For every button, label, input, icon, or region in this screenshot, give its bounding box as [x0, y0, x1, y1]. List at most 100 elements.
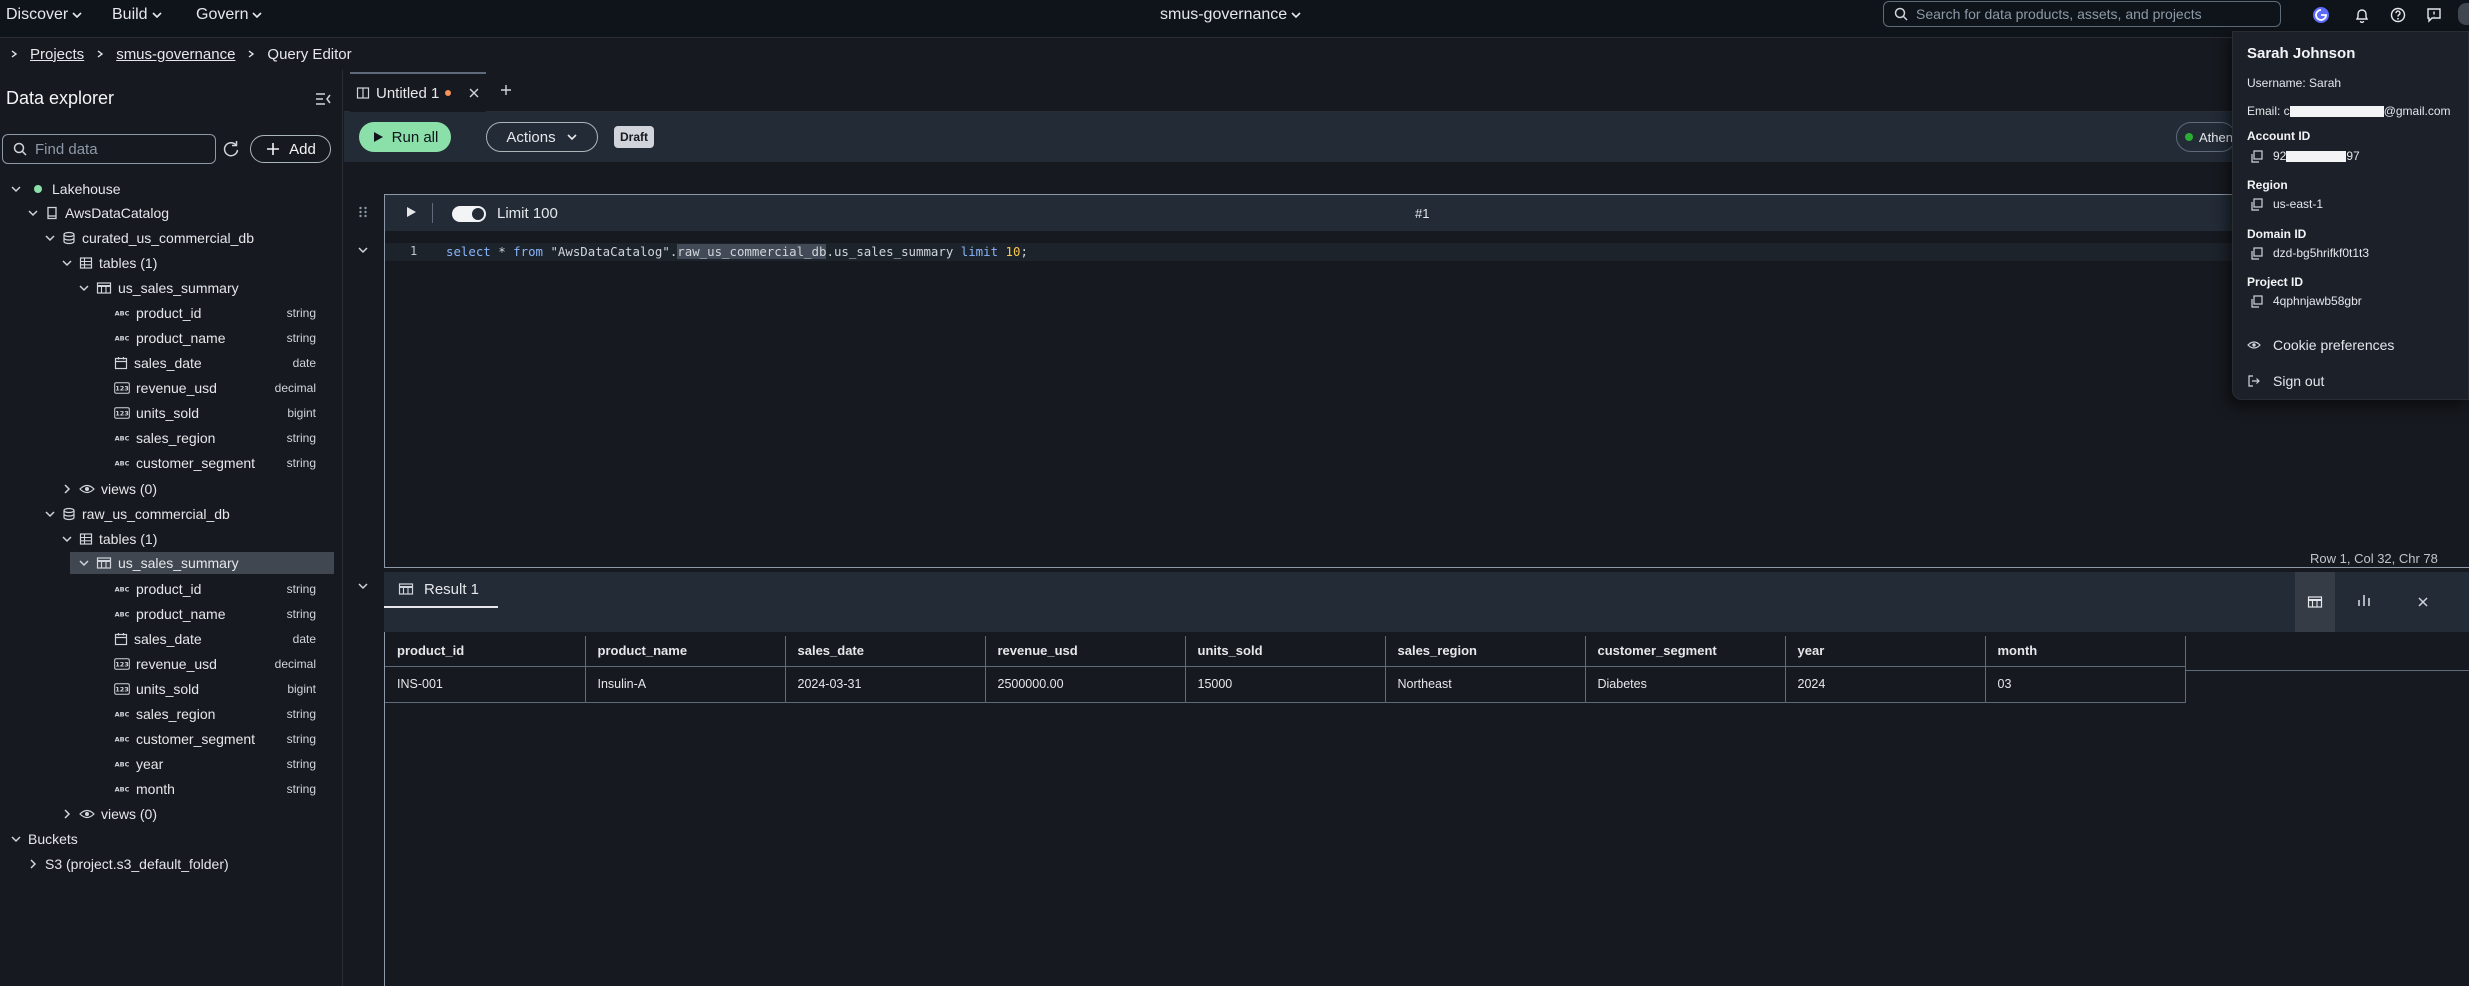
table-icon: [79, 533, 93, 545]
tree-node-column[interactable]: ABC month string: [114, 778, 334, 800]
column-header[interactable]: units_sold: [1185, 636, 1386, 666]
close-results-button[interactable]: [2413, 592, 2433, 612]
table-cell[interactable]: 2500000.00: [985, 665, 1186, 703]
discover-menu[interactable]: Discover: [6, 0, 82, 30]
column-header[interactable]: product_name: [585, 636, 786, 666]
tree-node-column[interactable]: sales_date date: [114, 628, 334, 650]
tree-node-column[interactable]: ABC sales_region string: [114, 427, 334, 449]
build-menu-label: Build: [112, 6, 148, 23]
column-header[interactable]: sales_region: [1385, 636, 1586, 666]
close-icon[interactable]: [467, 86, 481, 100]
column-name: sales_region: [136, 430, 216, 446]
build-menu[interactable]: Build: [112, 0, 162, 30]
tree-node-column[interactable]: 123 units_sold bigint: [114, 402, 334, 424]
user-username: Username: Sarah: [2247, 76, 2342, 90]
tree-node-column[interactable]: ABC customer_segment string: [114, 728, 334, 750]
run-cell-button[interactable]: [404, 205, 418, 219]
tree-node-bucket[interactable]: S3 (project.s3_default_folder): [27, 853, 229, 875]
tree-node-column[interactable]: ABC product_id string: [114, 302, 334, 324]
column-header[interactable]: month: [1985, 636, 2186, 666]
sign-out-label: Sign out: [2273, 373, 2325, 389]
table-cell[interactable]: 03: [1985, 665, 2186, 703]
actions-dropdown[interactable]: Actions: [486, 122, 598, 152]
assistant-icon[interactable]: [2310, 4, 2332, 26]
table-cell[interactable]: Insulin-A: [585, 665, 786, 703]
tree-node-lakehouse[interactable]: Lakehouse: [10, 178, 121, 200]
tree-node-column[interactable]: ABC customer_segment string: [114, 452, 334, 474]
tree-node-catalog[interactable]: AwsDataCatalog: [27, 202, 169, 224]
sql-code-editor[interactable]: select * from "AwsDataCatalog".raw_us_co…: [446, 244, 1028, 259]
tree-node-column[interactable]: ABC product_name string: [114, 327, 334, 349]
breadcrumb-project-link[interactable]: smus-governance: [116, 46, 235, 63]
global-search[interactable]: [1883, 1, 2281, 27]
chart-view-button[interactable]: [2352, 588, 2376, 612]
project-switcher[interactable]: smus-governance: [1160, 0, 1301, 30]
drag-handle-icon[interactable]: [356, 205, 370, 219]
table-cell[interactable]: INS-001: [385, 665, 586, 703]
table-cell[interactable]: 2024: [1785, 665, 1986, 703]
table-cell[interactable]: 15000: [1185, 665, 1386, 703]
add-data-button[interactable]: Add: [250, 135, 331, 163]
cookie-preferences-item[interactable]: Cookie preferences: [2247, 337, 2394, 353]
tab-result-1[interactable]: Result 1: [384, 572, 498, 608]
tree-node-database[interactable]: curated_us_commercial_db: [44, 227, 254, 249]
copy-icon[interactable]: [2250, 246, 2263, 260]
svg-text:ABC: ABC: [115, 611, 130, 619]
chevron-down-icon: [1291, 12, 1301, 19]
tree-node-column[interactable]: 123 revenue_usd decimal: [114, 377, 334, 399]
collapse-cell-icon[interactable]: [357, 244, 369, 256]
tab-untitled-1[interactable]: Untitled 1: [350, 72, 486, 112]
column-type: string: [286, 582, 316, 596]
collapse-results-icon[interactable]: [357, 580, 369, 592]
sign-out-item[interactable]: Sign out: [2247, 373, 2324, 389]
limit-label: Limit 100: [497, 205, 558, 222]
tree-node-tables[interactable]: tables (1): [61, 528, 157, 550]
tree-node-column[interactable]: ABC product_id string: [114, 578, 334, 600]
tree-node-views[interactable]: views (0): [61, 478, 157, 500]
tree-node-column[interactable]: ABC year string: [114, 753, 334, 775]
table-cell[interactable]: 2024-03-31: [785, 665, 986, 703]
refresh-button[interactable]: [220, 138, 242, 160]
column-header[interactable]: customer_segment: [1585, 636, 1786, 666]
column-header[interactable]: product_id: [385, 636, 586, 666]
table-view-button[interactable]: [2295, 572, 2335, 632]
govern-menu[interactable]: Govern: [196, 0, 263, 30]
tree-node-views[interactable]: views (0): [61, 803, 157, 825]
tree-node-column[interactable]: ABC sales_region string: [114, 703, 334, 725]
column-header[interactable]: year: [1785, 636, 1986, 666]
tree-node-column[interactable]: 123 revenue_usd decimal: [114, 653, 334, 675]
column-header[interactable]: sales_date: [785, 636, 986, 666]
copy-icon[interactable]: [2250, 197, 2263, 211]
tree-node-database[interactable]: raw_us_commercial_db: [44, 503, 230, 525]
table-cell[interactable]: Diabetes: [1585, 665, 1786, 703]
run-all-button[interactable]: Run all: [359, 122, 451, 152]
table-cell[interactable]: Northeast: [1385, 665, 1586, 703]
column-header[interactable]: revenue_usd: [985, 636, 1186, 666]
find-data-input[interactable]: [35, 140, 205, 158]
limit-toggle[interactable]: [452, 206, 486, 222]
tree-label: tables (1): [99, 531, 158, 547]
new-tab-button[interactable]: [498, 82, 514, 98]
feedback-icon[interactable]: [2423, 4, 2445, 26]
tree-node-column[interactable]: 123 units_sold bigint: [114, 678, 334, 700]
tree-node-column[interactable]: ABC product_name string: [114, 603, 334, 625]
plus-icon: [267, 143, 280, 155]
svg-text:123: 123: [115, 686, 129, 694]
copy-icon[interactable]: [2250, 149, 2263, 163]
avatar[interactable]: [2458, 3, 2469, 25]
breadcrumb-projects-link[interactable]: Projects: [30, 46, 84, 63]
copy-icon[interactable]: [2250, 294, 2263, 308]
tree-node-column[interactable]: sales_date date: [114, 352, 334, 374]
bell-icon[interactable]: [2351, 4, 2373, 26]
tree-node-buckets[interactable]: Buckets: [10, 828, 78, 850]
global-search-input[interactable]: [1916, 6, 2256, 22]
help-icon[interactable]: [2387, 4, 2409, 26]
table-header-row: product_id product_name sales_date revenue_…: [385, 636, 2186, 666]
compute-engine-selector[interactable]: Athena: [2176, 122, 2236, 152]
email-prefix: Email: c: [2247, 104, 2290, 118]
tree-node-tables[interactable]: tables (1): [61, 252, 157, 274]
tree-node-table[interactable]: us_sales_summary: [78, 277, 239, 299]
find-data-field[interactable]: [2, 134, 216, 164]
tree-node-table-selected[interactable]: us_sales_summary: [70, 552, 334, 574]
collapse-panel-icon[interactable]: [314, 90, 332, 108]
